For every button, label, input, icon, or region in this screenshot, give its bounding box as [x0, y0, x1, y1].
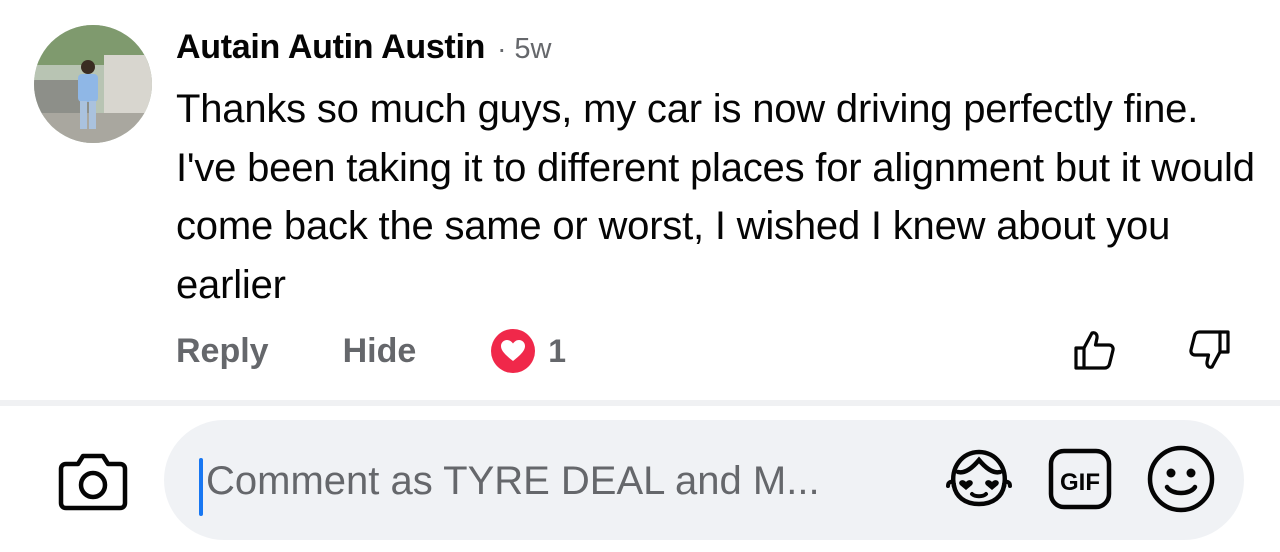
- reply-button[interactable]: Reply: [176, 332, 269, 371]
- hide-button[interactable]: Hide: [343, 332, 417, 371]
- comment-text: Thanks so much guys, my car is now drivi…: [176, 87, 1255, 307]
- downvote-icon[interactable]: [1186, 326, 1234, 374]
- comment-input-container[interactable]: GIF: [164, 420, 1244, 540]
- comment-composer: GIF: [0, 406, 1280, 552]
- comment-actions: Reply Hide 1: [176, 326, 566, 376]
- gif-icon: GIF: [1048, 448, 1112, 510]
- comment-input[interactable]: [204, 448, 908, 514]
- gif-button[interactable]: GIF: [1048, 446, 1112, 512]
- avatar-photo: [34, 25, 152, 143]
- gif-label: GIF: [1060, 469, 1100, 496]
- reaction-summary[interactable]: 1: [490, 328, 566, 374]
- comment-header: Autain Autin Austin · 5w: [176, 28, 551, 68]
- comment: Autain Autin Austin · 5w Thanks so much …: [0, 0, 1280, 400]
- avatar[interactable]: [34, 25, 152, 143]
- upvote-icon[interactable]: [1070, 326, 1118, 374]
- timestamp[interactable]: 5w: [514, 33, 551, 66]
- author-name[interactable]: Autain Autin Austin: [176, 28, 485, 67]
- emoji-icon[interactable]: [1146, 444, 1216, 514]
- camera-icon[interactable]: [58, 450, 128, 512]
- reaction-count: 1: [548, 332, 567, 369]
- separator-dot: ·: [497, 33, 507, 64]
- heart-icon: [491, 329, 536, 373]
- avatar-sticker-icon[interactable]: [944, 446, 1014, 512]
- text-cursor: [199, 458, 203, 516]
